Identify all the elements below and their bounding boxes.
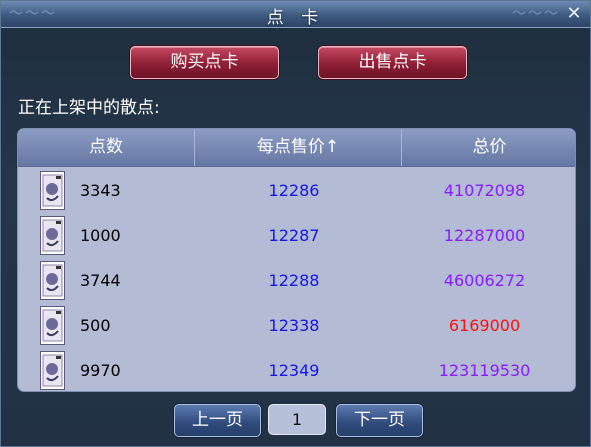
row-total: 12287000 [443,226,526,245]
sell-points-button[interactable]: 出售点卡 [318,46,467,79]
row-qty: 3343 [80,181,121,200]
row-unit-price: 12287 [268,226,320,245]
table-row[interactable]: 9970 12349 123119530 [18,348,575,391]
close-icon[interactable]: ✕ [564,4,584,24]
point-card-icon [40,351,65,390]
row-total: 41072098 [443,181,526,200]
table-header: 点数 每点售价↑ 总价 [18,129,575,167]
row-qty: 9970 [80,361,121,380]
table-row[interactable]: 1000 12287 12287000 [18,213,575,258]
row-qty: 3744 [80,271,121,290]
section-label: 正在上架中的散点: [18,98,160,118]
listing-table: 点数 每点售价↑ 总价 3343 12286 41072098 1000 122… [17,128,576,392]
row-unit-price: 12338 [268,316,320,335]
header-total[interactable]: 总价 [402,129,575,166]
point-card-icon [40,306,65,345]
title-bar[interactable]: 〜〜〜 〜〜〜 点 卡 ✕ [1,1,590,28]
header-qty[interactable]: 点数 [18,129,194,166]
point-card-icon [40,216,65,255]
row-qty: 1000 [80,226,121,245]
header-unit-price[interactable]: 每点售价↑ [194,129,402,166]
table-row[interactable]: 3744 12288 46006272 [18,258,575,303]
page-number: 1 [268,404,326,435]
prev-page-button[interactable]: 上一页 [174,404,261,437]
point-card-icon [40,171,65,210]
row-unit-price: 12349 [268,361,320,380]
table-row[interactable]: 3343 12286 41072098 [18,168,575,213]
point-card-window: 〜〜〜 〜〜〜 点 卡 ✕ 购买点卡 出售点卡 正在上架中的散点: 点数 每点售… [0,0,591,447]
row-unit-price: 12286 [268,181,320,200]
row-total: 6169000 [448,316,521,335]
next-page-button[interactable]: 下一页 [336,404,423,437]
row-total: 46006272 [443,271,526,290]
point-card-icon [40,261,65,300]
table-row[interactable]: 500 12338 6169000 [18,303,575,348]
buy-points-button[interactable]: 购买点卡 [130,46,279,79]
window-title: 点 卡 [266,8,325,28]
row-unit-price: 12288 [268,271,320,290]
row-total: 123119530 [438,361,531,380]
row-qty: 500 [80,316,111,335]
